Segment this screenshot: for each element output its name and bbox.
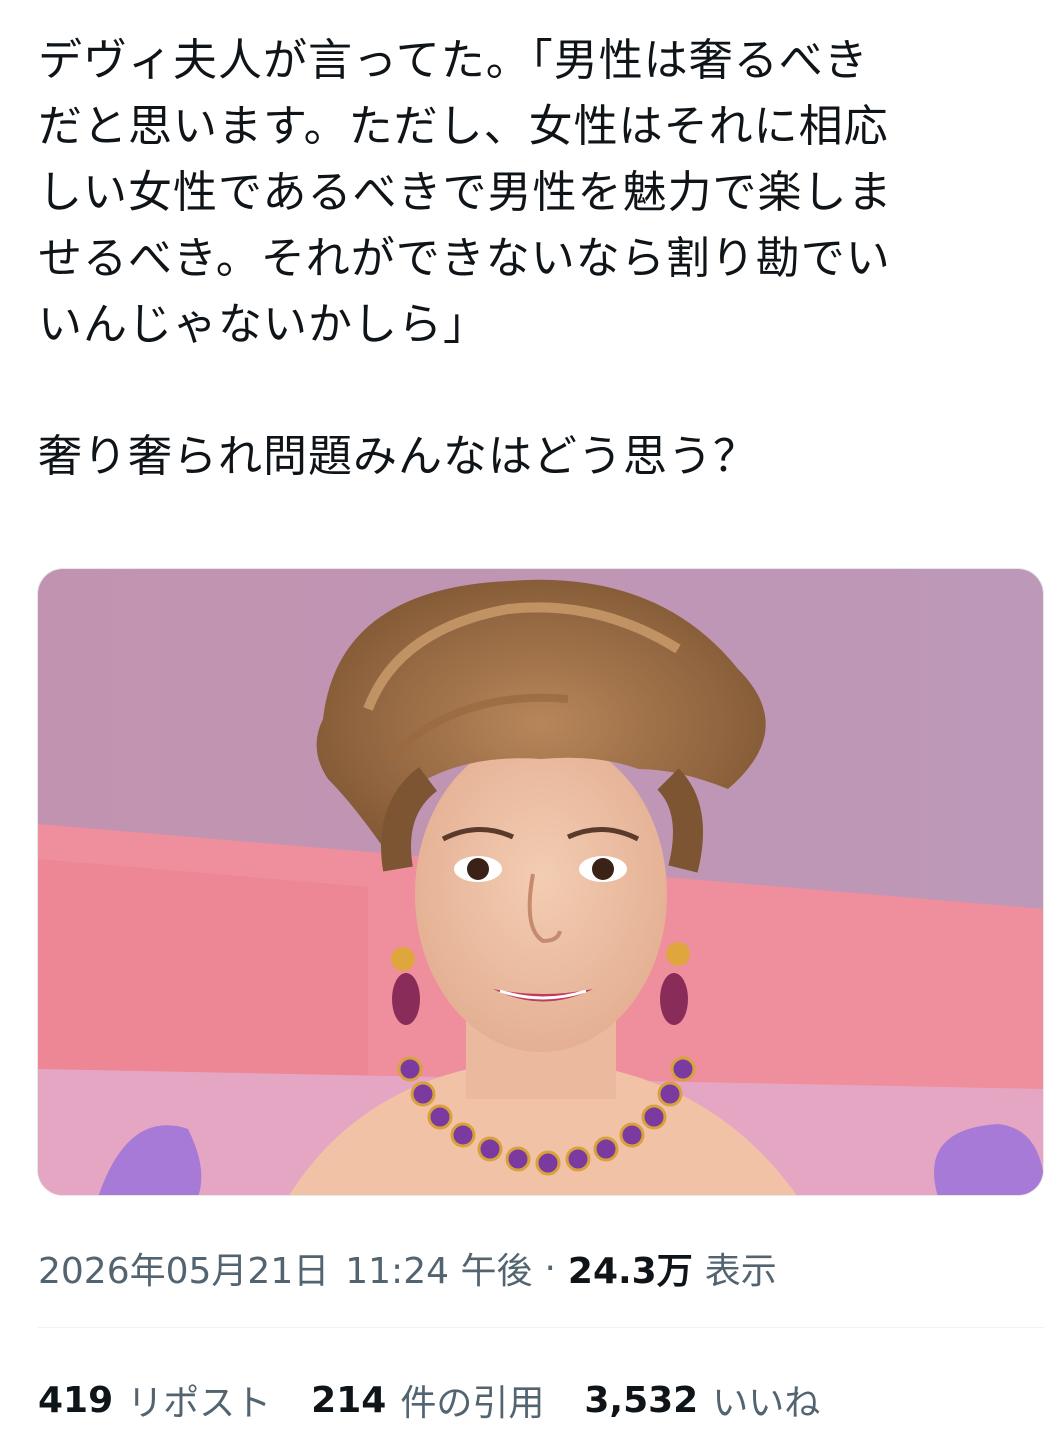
tweet-media-photo[interactable] bbox=[37, 568, 1044, 1196]
quotes-count: 214 bbox=[311, 1379, 387, 1421]
tweet-text-line: せるべき。それができないなら割り勘でい bbox=[38, 233, 891, 284]
views-label: 表示 bbox=[704, 1251, 777, 1292]
tweet-text: デヴィ夫人が言ってた。「男性は奢るべき だと思います。ただし、女性はそれに相応 … bbox=[38, 28, 1013, 490]
divider bbox=[38, 1327, 1044, 1328]
reposts-stat[interactable]: 419 リポスト bbox=[38, 1374, 271, 1426]
quotes-stat[interactable]: 214 件の引用 bbox=[311, 1374, 544, 1426]
tweet-stats: 419 リポスト 214 件の引用 3,532 いいね bbox=[38, 1372, 860, 1428]
tweet-text-line: だと思います。ただし、女性はそれに相応 bbox=[38, 101, 889, 152]
reposts-count: 419 bbox=[38, 1379, 114, 1421]
tweet-text-line: しい女性であるべきで男性を魅力で楽しま bbox=[38, 167, 893, 218]
portrait-photo-icon bbox=[38, 569, 1043, 1195]
tweet-text-line: 奢り奢られ問題みんなはどう思う？ bbox=[38, 431, 758, 482]
tweet-text-line: デヴィ夫人が言ってた。「男性は奢るべき bbox=[38, 35, 869, 86]
likes-count: 3,532 bbox=[584, 1379, 699, 1421]
likes-label: いいね bbox=[712, 1383, 821, 1424]
quotes-label: 件の引用 bbox=[400, 1383, 545, 1424]
views-count: 24.3万 bbox=[567, 1251, 693, 1292]
reposts-label: リポスト bbox=[127, 1383, 272, 1424]
tweet-date[interactable]: 2026年05月21日 bbox=[38, 1242, 329, 1294]
likes-stat[interactable]: 3,532 いいね bbox=[584, 1374, 820, 1426]
meta-separator: · bbox=[544, 1247, 556, 1289]
tweet-text-line: いんじゃないかしら」 bbox=[38, 299, 488, 350]
tweet-time[interactable]: 11:24 午後 bbox=[345, 1242, 532, 1294]
tweet-meta: 2026年05月21日 11:24 午後 · 24.3万 表示 bbox=[38, 1240, 777, 1296]
